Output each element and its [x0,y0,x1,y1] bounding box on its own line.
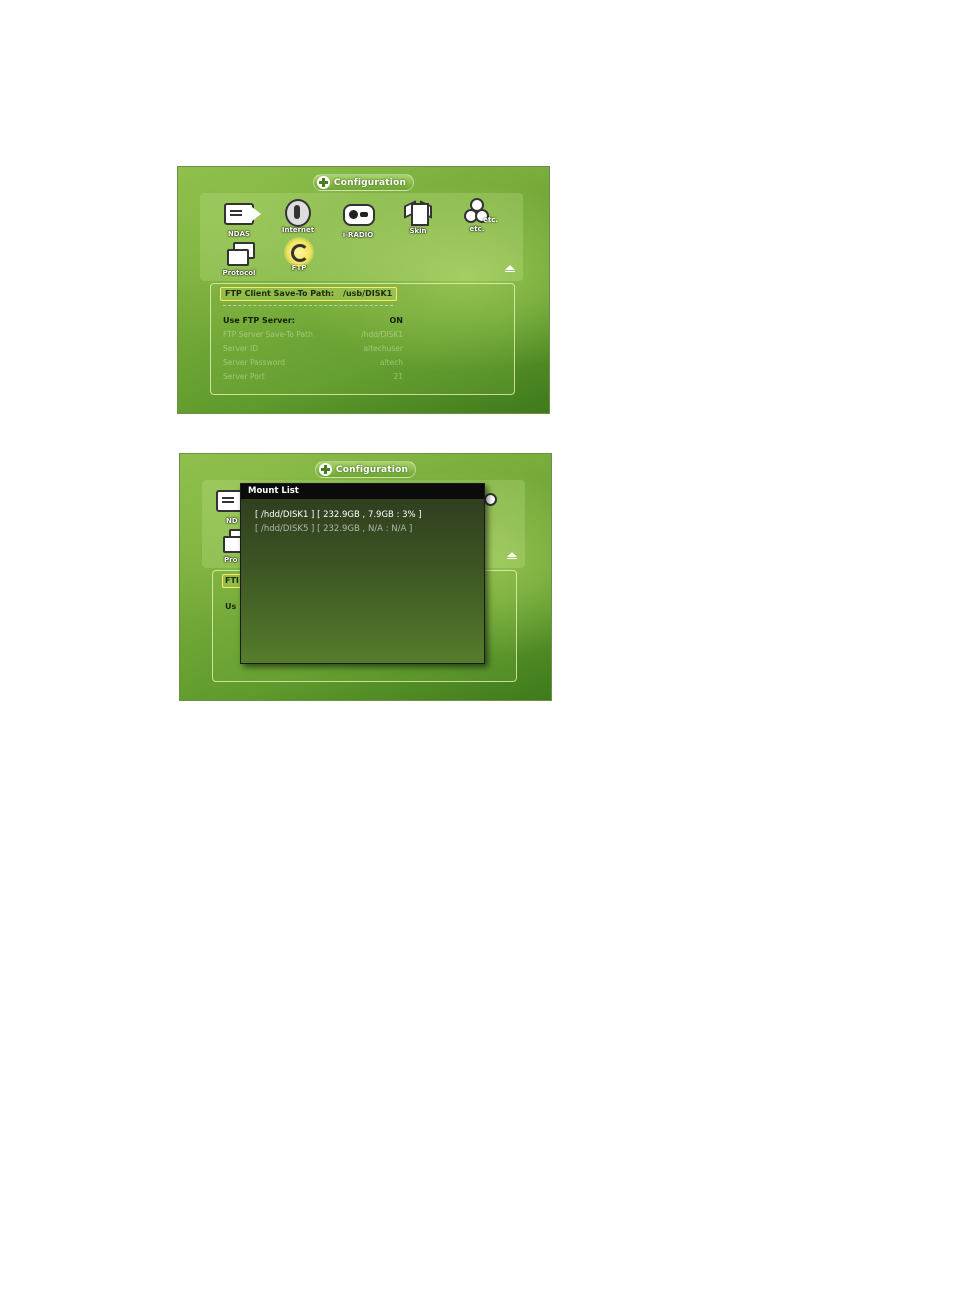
screen-title: Configuration [335,464,409,475]
config-screen-mount-list: Configuration ND Pro FTI Us Mount List [… [179,453,552,701]
setting-label: Server ID [223,344,258,353]
setting-label: FTP Server Save-To Path [223,330,313,339]
mount-list-dialog[interactable]: Mount List [ /hdd/DISK1 ] [ 232.9GB , 7.… [240,483,485,664]
divider [223,305,393,306]
menu-item-i-radio[interactable]: i-RADIO [333,198,383,239]
mount-entry-disk5[interactable]: [ /hdd/DISK5 ] [ 232.9GB , N/A : N/A ] [255,524,412,534]
internet-icon [283,199,313,227]
etc-icon: etc. [462,198,498,224]
eject-icon[interactable] [505,265,515,272]
eject-icon[interactable] [507,552,517,559]
menu-item-internet[interactable]: Internet [273,198,323,234]
ndas-icon [224,203,261,229]
menu-item-protocol[interactable]: Pro [220,527,242,564]
setting-row-server-path: FTP Server Save-To Path /hdd/DISK1 [223,329,403,340]
setting-value: /hdd/DISK1 [361,330,403,339]
setting-label: Server Port [223,372,265,381]
config-screen-ftp: Configuration NDAS Internet i-RADIO Skin… [177,166,550,414]
setting-value: altechuser [363,344,403,353]
ftp-client-path-row[interactable]: FTP Client Save-To Path: /usb/DISK1 [220,287,398,301]
title-pill: Configuration [314,461,417,478]
menu-label: Skin [409,227,427,235]
menu-label: NDAS [227,230,251,238]
menu-item-protocol[interactable]: Protocol [214,240,264,277]
navigation-cross-icon [318,463,332,476]
navigation-cross-icon [316,176,330,189]
menu-item-ftp[interactable]: FTP [274,237,324,272]
protocol-icon [220,529,242,555]
setting-row-server-port: Server Port 21 [223,371,403,382]
ftp-client-path-row[interactable]: FTI [222,574,242,588]
setting-row-server-password: Server Password altech [223,357,403,368]
setting-label: Use FTP Server: [223,316,295,325]
screen-title: Configuration [333,177,407,188]
menu-item-ndas[interactable]: NDAS [214,198,264,238]
setting-value: ON [389,316,404,325]
setting-row-server-id: Server ID altechuser [223,343,403,354]
protocol-icon [224,242,255,268]
menu-label: i-RADIO [342,231,374,239]
ftp-client-path-value: /usb/DISK1 [343,289,393,298]
title-bar: Configuration [178,174,549,193]
ftp-client-path-label: FTI [225,576,239,585]
radio-icon [343,204,375,230]
mount-entry-disk1[interactable]: [ /hdd/DISK1 ] [ 232.9GB , 7.9GB : 3% ] [255,510,422,520]
title-pill: Configuration [312,174,415,191]
ftp-client-path-label: FTP Client Save-To Path: [225,289,335,298]
menu-item-etc[interactable] [484,493,506,506]
etc-icon [484,493,497,506]
menu-label: Internet [281,226,315,234]
etc-badge: etc. [483,216,498,224]
setting-label: Server Password [223,358,286,367]
menu-label: etc. [469,225,485,233]
setting-row-use-ftp-server[interactable]: Use FTP Server: ON [223,315,403,326]
menu-item-etc[interactable]: etc. etc. [452,198,502,233]
shirt-icon [403,200,433,226]
menu-label: Pro [224,556,238,564]
setting-row-use-ftp-server[interactable]: Us [225,602,236,611]
dialog-title: Mount List [241,484,484,499]
ftp-icon [284,237,314,267]
ftp-settings-panel: FTP Client Save-To Path: /usb/DISK1 Use F… [210,283,515,395]
setting-value: 21 [393,372,403,381]
title-bar: Configuration [180,461,551,480]
menu-item-skin[interactable]: Skin [393,198,443,235]
setting-value: altech [379,358,403,367]
menu-label: Protocol [222,269,256,277]
